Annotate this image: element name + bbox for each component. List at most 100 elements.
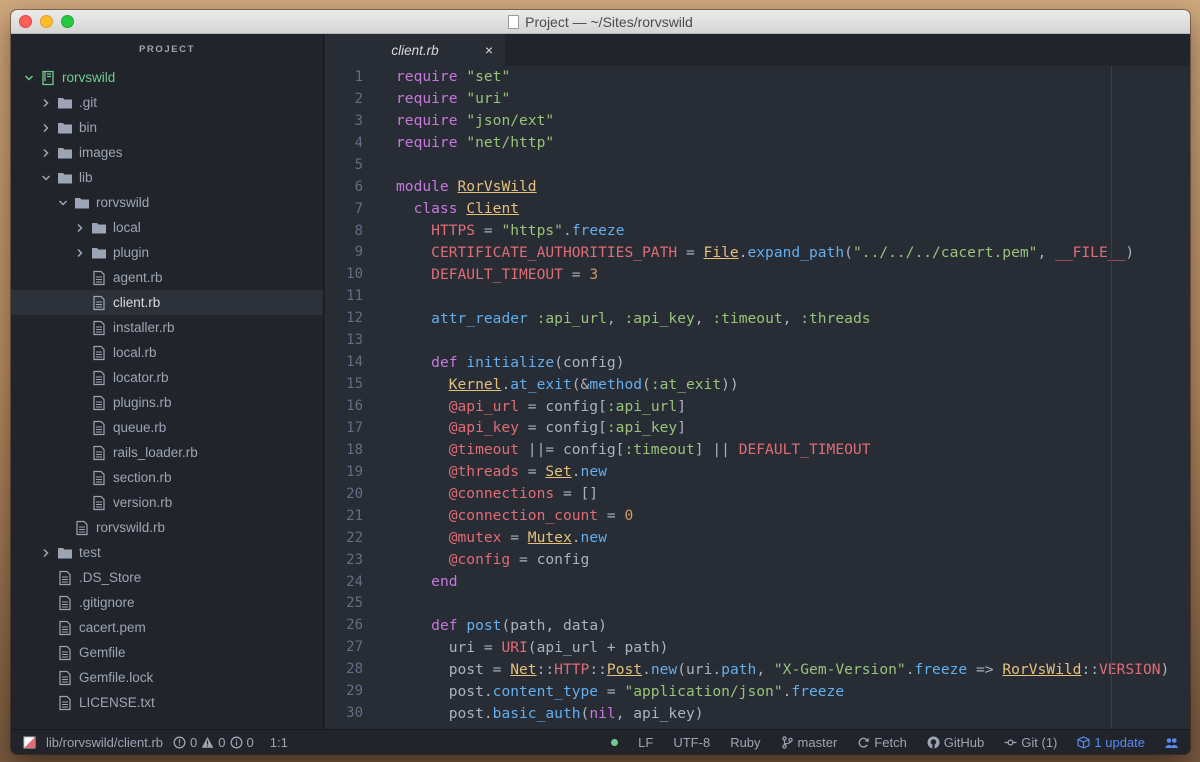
code-line[interactable]: 13: [325, 329, 1190, 351]
tree-folder-item[interactable]: .git: [11, 90, 323, 115]
code-line[interactable]: 9 CERTIFICATE_AUTHORITIES_PATH = File.ex…: [325, 242, 1190, 264]
code-line[interactable]: 1 require "set": [325, 66, 1190, 88]
code-line[interactable]: 17 @api_key = config[:api_key]: [325, 417, 1190, 439]
fetch-button[interactable]: Fetch: [857, 735, 907, 750]
code-line[interactable]: 5: [325, 154, 1190, 176]
code-line[interactable]: 4 require "net/http": [325, 132, 1190, 154]
cursor-position[interactable]: 1:1: [270, 735, 288, 750]
tree-file-item[interactable]: queue.rb: [11, 415, 323, 440]
code-token: @threads: [448, 463, 520, 481]
tree-file-item[interactable]: agent.rb: [11, 265, 323, 290]
code-line[interactable]: 29 post.content_type = "application/json…: [325, 680, 1190, 702]
tree-folder-item[interactable]: test: [11, 540, 323, 565]
tree-folder-item[interactable]: plugin: [11, 240, 323, 265]
code-line[interactable]: 6 module RorVsWild: [325, 176, 1190, 198]
code-token: =: [519, 463, 546, 481]
chevron-right-icon[interactable]: [74, 247, 86, 259]
fetch-label: Fetch: [874, 734, 907, 750]
tree-folder-item[interactable]: bin: [11, 115, 323, 140]
code-line[interactable]: 27 uri = URI(api_url + path): [325, 636, 1190, 658]
line-number: 18: [346, 441, 363, 458]
tree-file-item[interactable]: cacert.pem: [11, 615, 323, 640]
code-line[interactable]: 3 require "json/ext": [325, 110, 1190, 132]
code-token: .: [642, 660, 651, 678]
github-panel-button[interactable]: GitHub: [927, 735, 984, 750]
wrap-guide: [1111, 66, 1112, 729]
code-line[interactable]: 2 require "uri": [325, 88, 1190, 110]
code-line[interactable]: 8 HTTPS = "https".freeze: [325, 220, 1190, 242]
code-line[interactable]: 26 def post(path, data): [325, 614, 1190, 636]
tree-folder-item[interactable]: lib: [11, 165, 323, 190]
code-token: =: [501, 529, 528, 547]
package-updates-button[interactable]: 1 update: [1077, 735, 1145, 750]
tree-file-item[interactable]: Gemfile: [11, 640, 323, 665]
chevron-right-icon[interactable]: [40, 547, 52, 559]
tree-file-item[interactable]: rails_loader.rb: [11, 440, 323, 465]
tree-folder-item[interactable]: rorvswild: [11, 190, 323, 215]
code-token: DEFAULT_TIMEOUT: [738, 441, 871, 459]
code-line[interactable]: 16 @api_url = config[:api_url]: [325, 395, 1190, 417]
tree-folder-item[interactable]: local: [11, 215, 323, 240]
code-line[interactable]: 22 @mutex = Mutex.new: [325, 527, 1190, 549]
maximize-window-button[interactable]: [61, 15, 74, 28]
code-line[interactable]: 28 post = Net::HTTP::Post.new(uri.path, …: [325, 658, 1190, 680]
tree-file-item[interactable]: version.rb: [11, 490, 323, 515]
code-line[interactable]: 11: [325, 285, 1190, 307]
tree-file-item[interactable]: local.rb: [11, 340, 323, 365]
branch-selector[interactable]: master: [781, 735, 837, 750]
code-editor[interactable]: 1 require "set" 2 require "uri" 3 require "js…: [325, 66, 1190, 729]
chevron-down-icon[interactable]: [57, 197, 69, 209]
code-line[interactable]: 10 DEFAULT_TIMEOUT = 3: [325, 263, 1190, 285]
code-line[interactable]: 12 attr_reader :api_url, :api_key, :time…: [325, 307, 1190, 329]
teletype-icon[interactable]: [1165, 736, 1178, 749]
code-line[interactable]: 20 @connections = []: [325, 483, 1190, 505]
line-source: @threads = Set.new: [363, 463, 607, 480]
code-line[interactable]: 25: [325, 593, 1190, 615]
tree-folder-item[interactable]: images: [11, 140, 323, 165]
tree-file-item[interactable]: .DS_Store: [11, 565, 323, 590]
code-line[interactable]: 18 @timeout ||= config[:timeout] || DEFA…: [325, 439, 1190, 461]
diagnostics[interactable]: 0 0 0: [173, 735, 254, 750]
minimize-window-button[interactable]: [40, 15, 53, 28]
chevron-right-icon[interactable]: [74, 222, 86, 234]
tree-file-item[interactable]: plugins.rb: [11, 390, 323, 415]
tree-file-item[interactable]: locator.rb: [11, 365, 323, 390]
code-line[interactable]: 24 end: [325, 571, 1190, 593]
code-token: require: [396, 90, 458, 108]
tab-close-icon[interactable]: ×: [485, 42, 493, 58]
tree-folder-item[interactable]: rorvswild: [11, 65, 323, 90]
code-line[interactable]: 15 Kernel.at_exit(&method(:at_exit)): [325, 373, 1190, 395]
tree-file-item[interactable]: LICENSE.txt: [11, 690, 323, 715]
code-token: @connection_count: [448, 507, 599, 525]
encoding-selector[interactable]: UTF-8: [673, 735, 710, 750]
code-line[interactable]: 7 class Client: [325, 198, 1190, 220]
tab-client-rb[interactable]: client.rb ×: [325, 34, 505, 66]
code-line[interactable]: 23 @config = config: [325, 549, 1190, 571]
line-ending-selector[interactable]: LF: [638, 735, 653, 750]
git-panel-button[interactable]: Git (1): [1004, 735, 1057, 750]
chevron-right-icon[interactable]: [40, 147, 52, 159]
tree-file-item[interactable]: client.rb: [11, 290, 323, 315]
code-line[interactable]: 30 post.basic_auth(nil, api_key): [325, 702, 1190, 724]
code-token: = config: [510, 551, 590, 569]
tree-file-item[interactable]: section.rb: [11, 465, 323, 490]
chevron-right-icon[interactable]: [40, 122, 52, 134]
code-line[interactable]: 21 @connection_count = 0: [325, 505, 1190, 527]
close-window-button[interactable]: [19, 15, 32, 28]
tree-file-item[interactable]: installer.rb: [11, 315, 323, 340]
tree-file-item[interactable]: Gemfile.lock: [11, 665, 323, 690]
code-line[interactable]: 19 @threads = Set.new: [325, 461, 1190, 483]
tree-file-item[interactable]: .gitignore: [11, 590, 323, 615]
chevron-right-icon[interactable]: [40, 97, 52, 109]
code-token: .: [571, 529, 581, 547]
code-line[interactable]: 14 def initialize(config): [325, 351, 1190, 373]
chevron-down-icon[interactable]: [23, 72, 35, 84]
tree-item-label: bin: [79, 120, 98, 135]
file-path[interactable]: lib/rorvswild/client.rb: [46, 735, 163, 750]
folder-icon: [91, 220, 107, 236]
chevron-down-icon[interactable]: [40, 172, 52, 184]
grammar-selector[interactable]: Ruby: [730, 735, 760, 750]
tree-file-item[interactable]: rorvswild.rb: [11, 515, 323, 540]
code-token: "json/ext": [466, 112, 555, 130]
